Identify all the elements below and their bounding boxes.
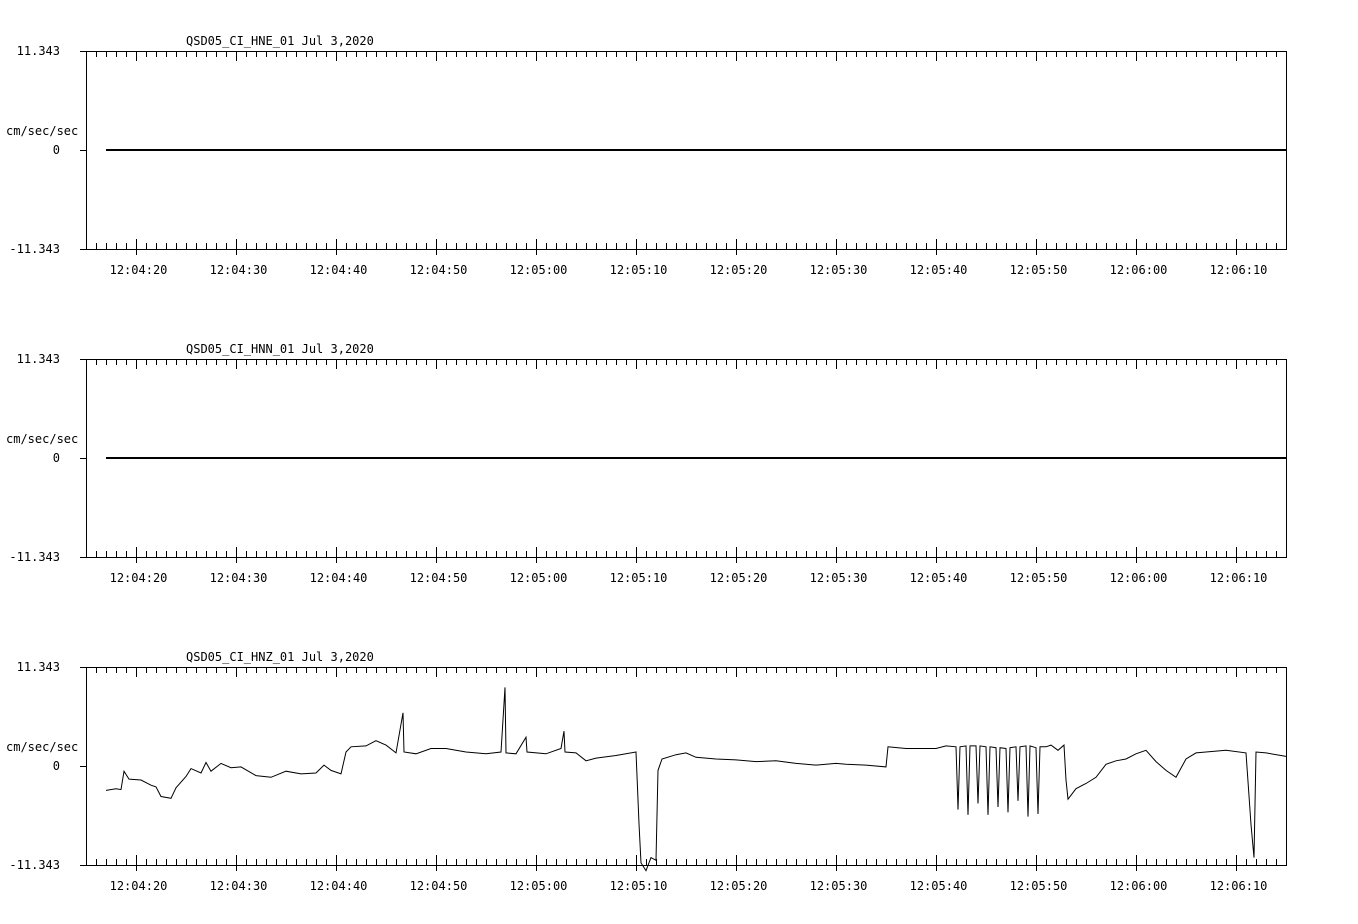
y-axis-label: cm/sec/sec bbox=[6, 740, 78, 754]
panel-title: QSD05_CI_HNN_01 Jul 3,2020 bbox=[186, 342, 374, 356]
x-tick-label: 12:05:50 bbox=[1010, 879, 1068, 893]
x-tick-label: 12:04:50 bbox=[410, 879, 468, 893]
x-tick-label: 12:04:40 bbox=[310, 879, 368, 893]
x-tick-label: 12:04:20 bbox=[110, 263, 168, 277]
y-tick-label: 11.343 bbox=[17, 352, 60, 366]
x-tick-label: 12:05:30 bbox=[810, 571, 868, 585]
panel-title: QSD05_CI_HNZ_01 Jul 3,2020 bbox=[186, 650, 374, 664]
x-tick-label: 12:04:20 bbox=[110, 879, 168, 893]
x-tick-label: 12:05:00 bbox=[510, 571, 568, 585]
x-tick-label: 12:05:20 bbox=[710, 879, 768, 893]
y-tick-label: 11.343 bbox=[17, 44, 60, 58]
panel-title: QSD05_CI_HNE_01 Jul 3,2020 bbox=[186, 34, 374, 48]
x-tick-label: 12:05:30 bbox=[810, 263, 868, 277]
y-tick-label: -11.343 bbox=[9, 550, 60, 564]
y-tick-label: 0 bbox=[53, 451, 60, 465]
plot-frame bbox=[86, 667, 1287, 866]
x-tick-label: 12:05:40 bbox=[910, 263, 968, 277]
x-tick-label: 12:05:50 bbox=[1010, 263, 1068, 277]
x-tick-label: 12:05:50 bbox=[1010, 571, 1068, 585]
x-tick-label: 12:04:50 bbox=[410, 571, 468, 585]
x-tick-label: 12:04:40 bbox=[310, 571, 368, 585]
x-tick-label: 12:04:30 bbox=[210, 571, 268, 585]
seismogram-figure: 11.343 0 -11.343 cm/sec/sec QSD05_CI_HNE_01 … bbox=[6, 34, 1287, 893]
x-tick-label: 12:04:40 bbox=[310, 263, 368, 277]
y-tick-label: -11.343 bbox=[9, 242, 60, 256]
seismogram-panel: 11.343 0 -11.343 cm/sec/sec QSD05_CI_HNE_01 … bbox=[6, 34, 1287, 277]
x-tick-label: 12:06:00 bbox=[1110, 263, 1168, 277]
x-tick-label: 12:05:30 bbox=[810, 879, 868, 893]
x-tick-label: 12:06:00 bbox=[1110, 571, 1168, 585]
x-tick-label: 12:05:20 bbox=[710, 263, 768, 277]
x-tick-label: 12:05:10 bbox=[610, 263, 668, 277]
seismogram-panel: 11.343 0 -11.343 cm/sec/sec QSD05_CI_HNZ_01 … bbox=[6, 650, 1287, 893]
x-tick-label: 12:05:00 bbox=[510, 263, 568, 277]
waveform-trace bbox=[105, 687, 1287, 872]
x-tick-label: 12:05:10 bbox=[610, 879, 668, 893]
x-tick-label: 12:05:00 bbox=[510, 879, 568, 893]
y-tick-label: -11.343 bbox=[9, 858, 60, 872]
x-tick-label: 12:05:20 bbox=[710, 571, 768, 585]
x-tick-label: 12:04:20 bbox=[110, 571, 168, 585]
x-tick-label: 12:06:10 bbox=[1210, 571, 1268, 585]
y-tick-label: 0 bbox=[53, 759, 60, 773]
x-tick-label: 12:06:10 bbox=[1210, 263, 1268, 277]
y-axis-label: cm/sec/sec bbox=[6, 432, 78, 446]
y-tick-label: 0 bbox=[53, 143, 60, 157]
x-tick-label: 12:06:00 bbox=[1110, 879, 1168, 893]
y-tick-label: 11.343 bbox=[17, 660, 60, 674]
x-tick-label: 12:04:30 bbox=[210, 879, 268, 893]
x-tick-label: 12:05:10 bbox=[610, 571, 668, 585]
seismogram-panel: 11.343 0 -11.343 cm/sec/sec QSD05_CI_HNN_01 … bbox=[6, 342, 1287, 585]
y-axis-label: cm/sec/sec bbox=[6, 124, 78, 138]
x-tick-label: 12:04:30 bbox=[210, 263, 268, 277]
x-tick-label: 12:05:40 bbox=[910, 879, 968, 893]
x-tick-label: 12:06:10 bbox=[1210, 879, 1268, 893]
x-tick-label: 12:04:50 bbox=[410, 263, 468, 277]
x-tick-label: 12:05:40 bbox=[910, 571, 968, 585]
